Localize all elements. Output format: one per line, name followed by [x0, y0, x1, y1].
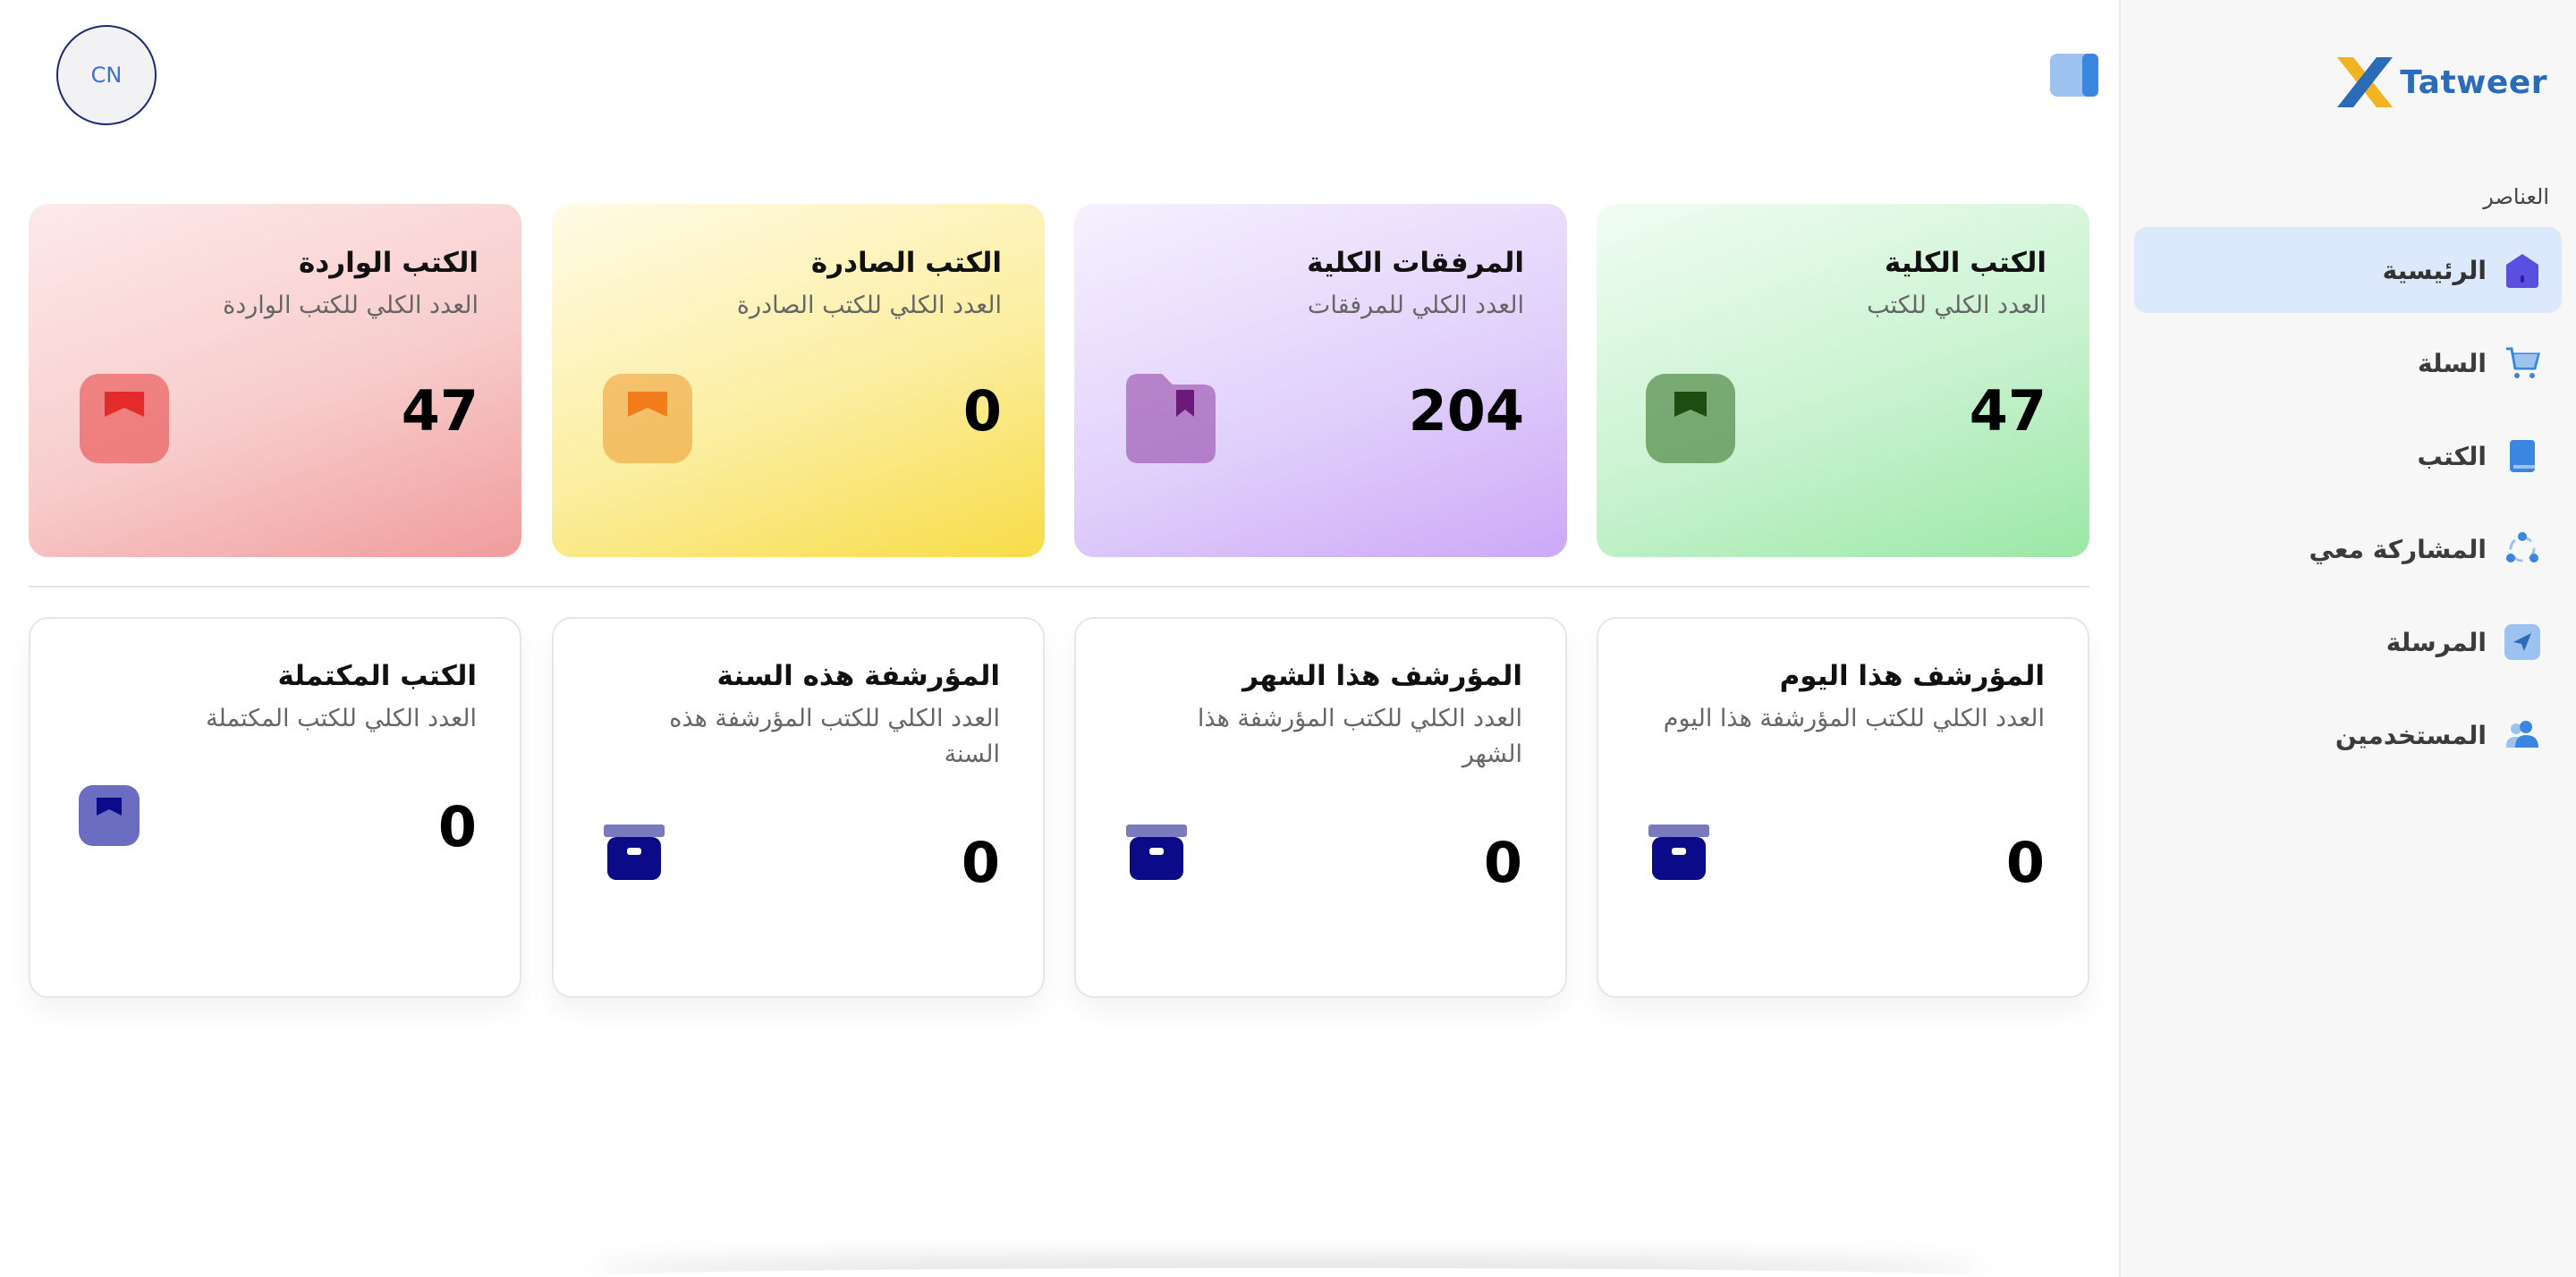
card-value: 0 — [2005, 830, 2045, 895]
archive-icon — [1126, 825, 1187, 880]
card-subtitle: العدد الكلي للكتب المؤرشفة هذا اليوم — [1663, 705, 2045, 732]
sidebar-item-home[interactable]: الرئيسية — [2134, 227, 2562, 313]
sidebar-item-label: المرسلة — [2385, 627, 2487, 657]
sidebar-item-label: السلة — [2417, 348, 2487, 378]
sidebar-toggle-icon[interactable] — [2050, 54, 2098, 97]
card-value: 47 — [1969, 378, 2046, 444]
logo-text: Tatweer — [2400, 63, 2547, 101]
completed-box-icon — [79, 785, 140, 846]
stat-card-incoming-books[interactable]: الكتب الواردة العدد الكلي للكتب الواردة … — [29, 204, 521, 557]
card-subtitle: العدد الكلي للكتب الصادرة — [736, 292, 1002, 319]
sidebar-item-shared-with-me[interactable]: المشاركة معي — [2134, 506, 2562, 592]
app-logo[interactable]: Tatweer — [2334, 50, 2547, 114]
card-subtitle: العدد الكلي للكتب المؤرشفة هذه السنة — [669, 705, 1000, 768]
nav-section-label: العناصر — [2483, 184, 2549, 209]
book-icon — [2504, 438, 2540, 474]
share-icon — [2504, 531, 2540, 567]
users-icon — [2504, 717, 2540, 753]
stat-card-completed-books[interactable]: الكتب المكتملة العدد الكلي للكتب المكتمل… — [29, 617, 521, 998]
card-value: 0 — [961, 830, 1000, 895]
archive-icon — [604, 825, 665, 880]
card-title: الكتب الكلية — [1885, 247, 2046, 279]
cart-icon — [2504, 345, 2540, 381]
bottom-shadow — [590, 1268, 1986, 1277]
card-value: 0 — [1483, 830, 1522, 895]
stat-card-archived-today[interactable]: المؤرشف هذا اليوم العدد الكلي للكتب المؤ… — [1597, 617, 2089, 998]
archive-icon — [1648, 825, 1709, 880]
sidebar-item-books[interactable]: الكتب — [2134, 413, 2562, 499]
folder-icon — [1126, 374, 1216, 463]
card-value: 47 — [401, 378, 479, 444]
card-title: المؤرشف هذا اليوم — [1779, 660, 2045, 692]
card-value: 204 — [1408, 378, 1524, 444]
sidebar-item-cart[interactable]: السلة — [2134, 320, 2562, 406]
section-divider — [29, 586, 2089, 588]
stat-card-total-attachments[interactable]: المرفقات الكلية العدد الكلي للمرفقات 204 — [1074, 204, 1567, 557]
sidebar: Tatweer العناصر الرئيسية السلة الكتب الم… — [2119, 0, 2576, 1277]
card-value: 0 — [437, 794, 477, 859]
card-value: 0 — [962, 378, 1002, 444]
stat-card-outgoing-books[interactable]: الكتب الصادرة العدد الكلي للكتب الصادرة … — [552, 204, 1045, 557]
user-avatar[interactable]: CN — [56, 25, 157, 125]
card-title: المؤرشفة هذه السنة — [716, 660, 1000, 692]
card-subtitle: العدد الكلي للكتب المؤرشفة هذا الشهر — [1197, 705, 1522, 768]
sidebar-item-label: المشاركة معي — [2309, 534, 2487, 564]
stat-card-total-books[interactable]: الكتب الكلية العدد الكلي للكتب 47 — [1597, 204, 2089, 557]
sidebar-item-users[interactable]: المستخدمين — [2134, 692, 2562, 778]
card-title: الكتب المكتملة — [277, 660, 477, 692]
sidebar-item-label: المستخدمين — [2334, 720, 2487, 750]
sidebar-item-label: الرئيسية — [2382, 255, 2487, 285]
card-title: المؤرشف هذا الشهر — [1242, 660, 1522, 692]
tatweer-logo-icon — [2337, 57, 2394, 107]
book-box-icon — [1646, 374, 1735, 463]
sidebar-item-label: الكتب — [2417, 441, 2487, 471]
card-subtitle: العدد الكلي للكتب — [1867, 292, 2046, 319]
stat-card-archived-month[interactable]: المؤرشف هذا الشهر العدد الكلي للكتب المؤ… — [1074, 617, 1567, 998]
inbox-icon — [80, 374, 169, 463]
sidebar-nav: الرئيسية السلة الكتب المشاركة معي المرسل… — [2134, 227, 2562, 785]
card-subtitle: العدد الكلي للكتب الواردة — [223, 292, 479, 319]
outbox-icon — [603, 374, 692, 463]
sidebar-item-sent[interactable]: المرسلة — [2134, 599, 2562, 685]
card-subtitle: العدد الكلي للمرفقات — [1307, 292, 1524, 319]
card-title: المرفقات الكلية — [1307, 247, 1524, 279]
home-icon — [2504, 252, 2540, 288]
card-title: الكتب الواردة — [299, 247, 479, 279]
stat-card-archived-year[interactable]: المؤرشفة هذه السنة العدد الكلي للكتب الم… — [552, 617, 1045, 998]
send-icon — [2504, 624, 2540, 660]
card-subtitle: العدد الكلي للكتب المكتملة — [206, 705, 477, 732]
card-title: الكتب الصادرة — [810, 247, 1002, 279]
